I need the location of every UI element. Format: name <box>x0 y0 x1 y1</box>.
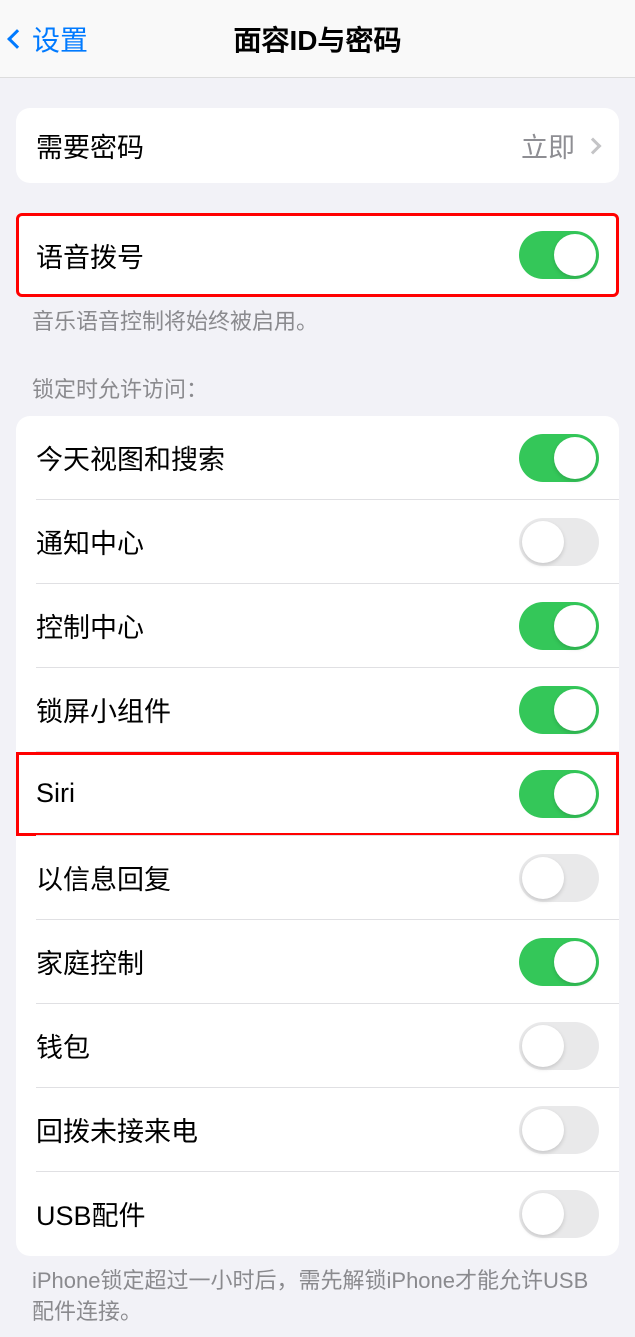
lock-access-label: 今天视图和搜索 <box>36 438 225 477</box>
lock-access-label: 家庭控制 <box>36 942 144 981</box>
require-passcode-group: 需要密码 立即 <box>16 108 619 183</box>
lock-access-toggle[interactable] <box>519 770 599 818</box>
voice-dial-group: 语音拨号 <box>16 213 619 297</box>
lock-access-row: Siri <box>16 752 619 836</box>
page-title: 面容ID与密码 <box>0 19 635 59</box>
lock-access-label: USB配件 <box>36 1194 146 1233</box>
lock-access-label: 通知中心 <box>36 522 144 561</box>
lock-access-group: 今天视图和搜索通知中心控制中心锁屏小组件 Siri 以信息回复家庭控制钱包回拨未接来… <box>16 416 619 1256</box>
lock-access-label: Siri <box>36 778 75 809</box>
toggle-knob <box>522 521 564 563</box>
lock-access-toggle[interactable] <box>519 938 599 986</box>
lock-access-label: 以信息回复 <box>36 858 171 897</box>
lock-access-row: 今天视图和搜索 <box>16 416 619 500</box>
back-button[interactable]: 设置 <box>0 19 88 59</box>
navigation-header: 设置 面容ID与密码 <box>0 0 635 78</box>
lock-access-toggle[interactable] <box>519 1022 599 1070</box>
toggle-knob <box>554 437 596 479</box>
lock-access-row: 回拨未接来电 <box>16 1088 619 1172</box>
toggle-knob <box>522 857 564 899</box>
chevron-left-icon <box>7 29 27 49</box>
lock-access-label: 回拨未接来电 <box>36 1110 198 1149</box>
toggle-knob <box>554 773 596 815</box>
lock-access-row: USB配件 <box>16 1172 619 1256</box>
lock-access-toggle[interactable] <box>519 1106 599 1154</box>
require-passcode-label: 需要密码 <box>36 126 144 165</box>
lock-access-label: 钱包 <box>36 1026 90 1065</box>
lock-access-toggle[interactable] <box>519 686 599 734</box>
lock-section-header: 锁定时允许访问： <box>0 348 635 412</box>
lock-access-toggle[interactable] <box>519 518 599 566</box>
lock-access-label: 锁屏小组件 <box>36 690 171 729</box>
lock-access-row: 钱包 <box>16 1004 619 1088</box>
toggle-knob <box>522 1025 564 1067</box>
lock-access-row: 通知中心 <box>16 500 619 584</box>
voice-dial-row: 语音拨号 <box>16 213 619 297</box>
chevron-right-icon <box>585 137 602 154</box>
lock-access-row: 锁屏小组件 <box>16 668 619 752</box>
require-passcode-row[interactable]: 需要密码 立即 <box>16 108 619 183</box>
back-label: 设置 <box>32 19 88 59</box>
lock-access-label: 控制中心 <box>36 606 144 645</box>
lock-access-row: 以信息回复 <box>16 836 619 920</box>
lock-access-toggle[interactable] <box>519 854 599 902</box>
toggle-knob <box>554 689 596 731</box>
lock-access-toggle[interactable] <box>519 602 599 650</box>
voice-dial-toggle[interactable] <box>519 231 599 279</box>
require-passcode-value: 立即 <box>521 126 575 165</box>
toggle-knob <box>554 605 596 647</box>
toggle-knob <box>554 941 596 983</box>
lock-access-row: 家庭控制 <box>16 920 619 1004</box>
lock-access-toggle[interactable] <box>519 1190 599 1238</box>
content: 需要密码 立即 语音拨号 音乐语音控制将始终被启用。 锁定时允许访问： 今天视图… <box>0 108 635 1337</box>
lock-access-toggle[interactable] <box>519 434 599 482</box>
toggle-knob <box>522 1109 564 1151</box>
lock-section-footer: iPhone锁定超过一小时后，需先解锁iPhone才能允许USB配件连接。 <box>0 1256 635 1337</box>
toggle-knob <box>554 234 596 276</box>
lock-access-row: 控制中心 <box>16 584 619 668</box>
voice-dial-footer: 音乐语音控制将始终被启用。 <box>0 297 635 348</box>
row-right: 立即 <box>521 126 599 165</box>
toggle-knob <box>522 1193 564 1235</box>
voice-dial-label: 语音拨号 <box>36 236 144 275</box>
